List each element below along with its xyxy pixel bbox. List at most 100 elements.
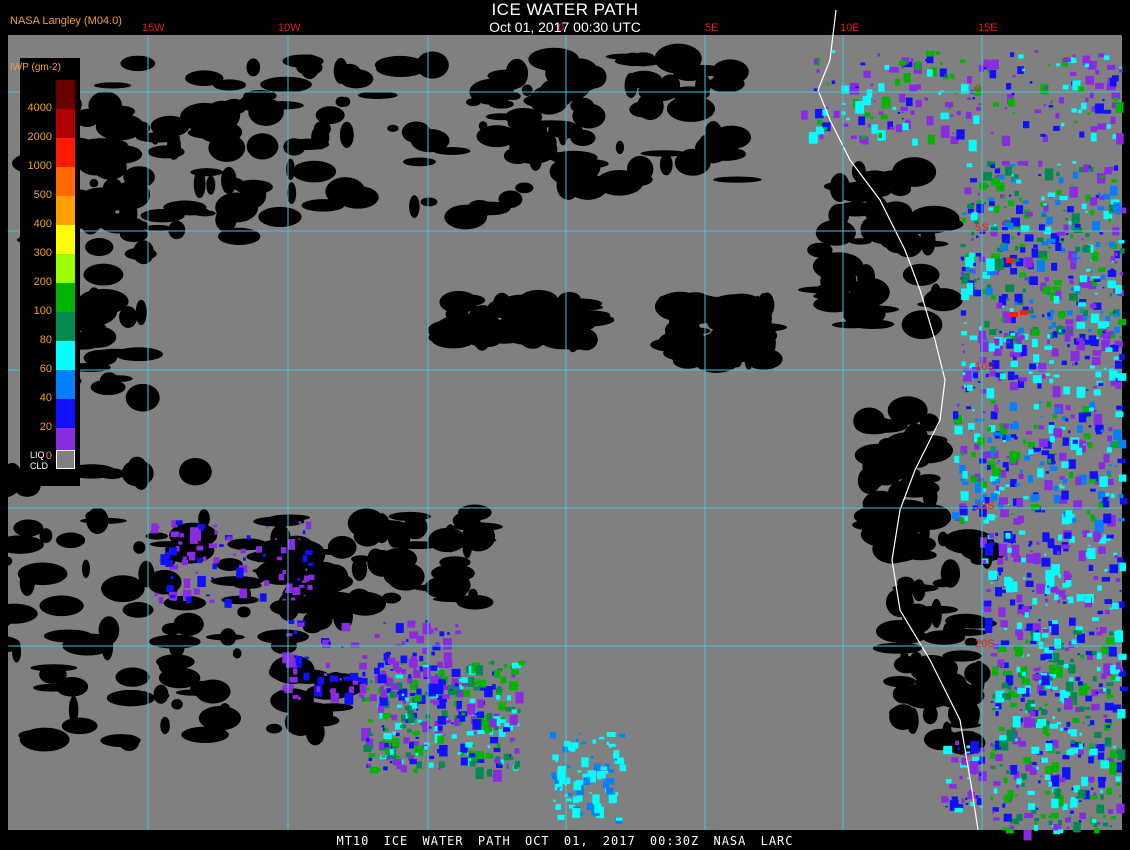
ice-patch xyxy=(451,722,454,725)
ice-patch xyxy=(368,733,373,736)
ice-patch xyxy=(967,203,975,209)
ice-patch xyxy=(1054,693,1060,697)
ice-patch xyxy=(995,479,1001,484)
ice-patch xyxy=(1041,214,1047,217)
ice-patch xyxy=(833,110,840,118)
ice-patch xyxy=(154,592,158,597)
clear-patch xyxy=(638,81,679,102)
ice-patch xyxy=(1079,812,1086,820)
ice-patch xyxy=(488,661,491,665)
ice-patch xyxy=(1090,132,1097,142)
ice-patch xyxy=(606,731,616,737)
ice-patch xyxy=(1089,407,1094,412)
ice-patch xyxy=(1057,819,1063,825)
ice-patch xyxy=(993,206,1000,214)
ice-patch xyxy=(990,796,994,801)
ice-patch xyxy=(986,464,991,471)
ice-patch xyxy=(434,627,438,631)
ice-patch xyxy=(302,555,308,563)
ice-patch-high xyxy=(1006,258,1014,263)
ice-patch xyxy=(831,80,836,85)
ice-patch xyxy=(1027,475,1034,483)
ice-patch xyxy=(407,620,416,628)
ice-patch xyxy=(1014,301,1018,306)
ice-patch xyxy=(182,556,187,562)
ice-patch xyxy=(1024,234,1034,242)
ice-patch xyxy=(956,110,961,116)
ice-patch xyxy=(397,671,400,674)
ice-patch xyxy=(1107,64,1116,70)
ice-patch xyxy=(1105,315,1111,322)
clear-patch xyxy=(258,101,304,110)
ice-patch xyxy=(1033,403,1039,410)
ice-patch xyxy=(1114,360,1123,369)
clear-patch xyxy=(878,437,896,454)
ice-patch xyxy=(1061,544,1069,549)
clear-patch xyxy=(206,633,245,641)
ice-patch xyxy=(1083,433,1091,440)
clear-patch xyxy=(190,168,224,177)
ice-patch xyxy=(1105,637,1115,645)
ice-patch xyxy=(1023,121,1030,129)
ice-patch xyxy=(999,486,1003,491)
clear-patch xyxy=(269,514,311,521)
ice-patch xyxy=(1031,504,1040,511)
ice-patch xyxy=(967,423,975,430)
ice-patch xyxy=(343,676,351,681)
ice-patch xyxy=(1035,630,1039,633)
ice-patch xyxy=(873,100,876,103)
ice-patch xyxy=(1000,373,1006,380)
ice-patch xyxy=(285,654,295,661)
ice-patch xyxy=(1100,760,1110,769)
ice-patch xyxy=(604,770,609,774)
legend-level-500: 500 xyxy=(20,167,80,201)
ice-patch xyxy=(368,757,373,761)
legend-swatch xyxy=(56,138,75,167)
ice-patch xyxy=(1019,335,1025,340)
ice-patch xyxy=(1068,471,1074,479)
ice-patch xyxy=(1037,719,1047,726)
clear-patch xyxy=(922,705,938,725)
ice-patch xyxy=(990,164,996,169)
ice-patch xyxy=(960,310,967,316)
ice-patch xyxy=(1011,236,1014,240)
ice-patch xyxy=(399,724,407,729)
ice-patch xyxy=(1078,741,1082,745)
ice-patch xyxy=(978,103,982,106)
clear-patch xyxy=(570,97,595,114)
liquid-cloud-swatch xyxy=(56,450,75,469)
legend-swatch xyxy=(56,312,75,341)
ice-patch xyxy=(1049,378,1054,384)
ice-patch xyxy=(555,760,558,763)
ice-patch xyxy=(1058,311,1066,318)
ice-patch xyxy=(970,268,974,273)
ice-patch xyxy=(1091,703,1100,711)
ice-patch xyxy=(469,698,476,704)
clear-patch xyxy=(457,504,492,521)
ice-patch xyxy=(599,736,605,740)
ice-patch xyxy=(970,178,977,183)
ice-patch xyxy=(1084,597,1092,603)
ice-patch xyxy=(1055,791,1061,799)
ice-patch xyxy=(1057,707,1061,712)
ice-patch xyxy=(994,258,1004,270)
ice-patch xyxy=(1096,666,1101,672)
ice-patch xyxy=(944,74,947,77)
lon-label-10w: 10W xyxy=(278,22,301,34)
ice-patch xyxy=(998,607,1006,618)
ice-patch xyxy=(1090,488,1096,492)
ice-patch xyxy=(901,111,904,114)
producer-label: NASA Langley (M04.0) xyxy=(10,15,122,27)
ice-patch xyxy=(197,575,206,588)
ice-patch xyxy=(979,458,987,464)
ice-patch xyxy=(1048,820,1053,826)
ice-patch xyxy=(1065,510,1073,520)
ice-patch xyxy=(1056,589,1060,595)
clear-patch xyxy=(32,683,71,692)
ice-patch xyxy=(902,122,909,131)
ice-patch xyxy=(1019,197,1022,202)
ice-patch xyxy=(897,111,901,114)
ice-patch xyxy=(298,696,301,701)
ice-patch xyxy=(1119,66,1122,69)
ice-patch xyxy=(973,115,980,125)
